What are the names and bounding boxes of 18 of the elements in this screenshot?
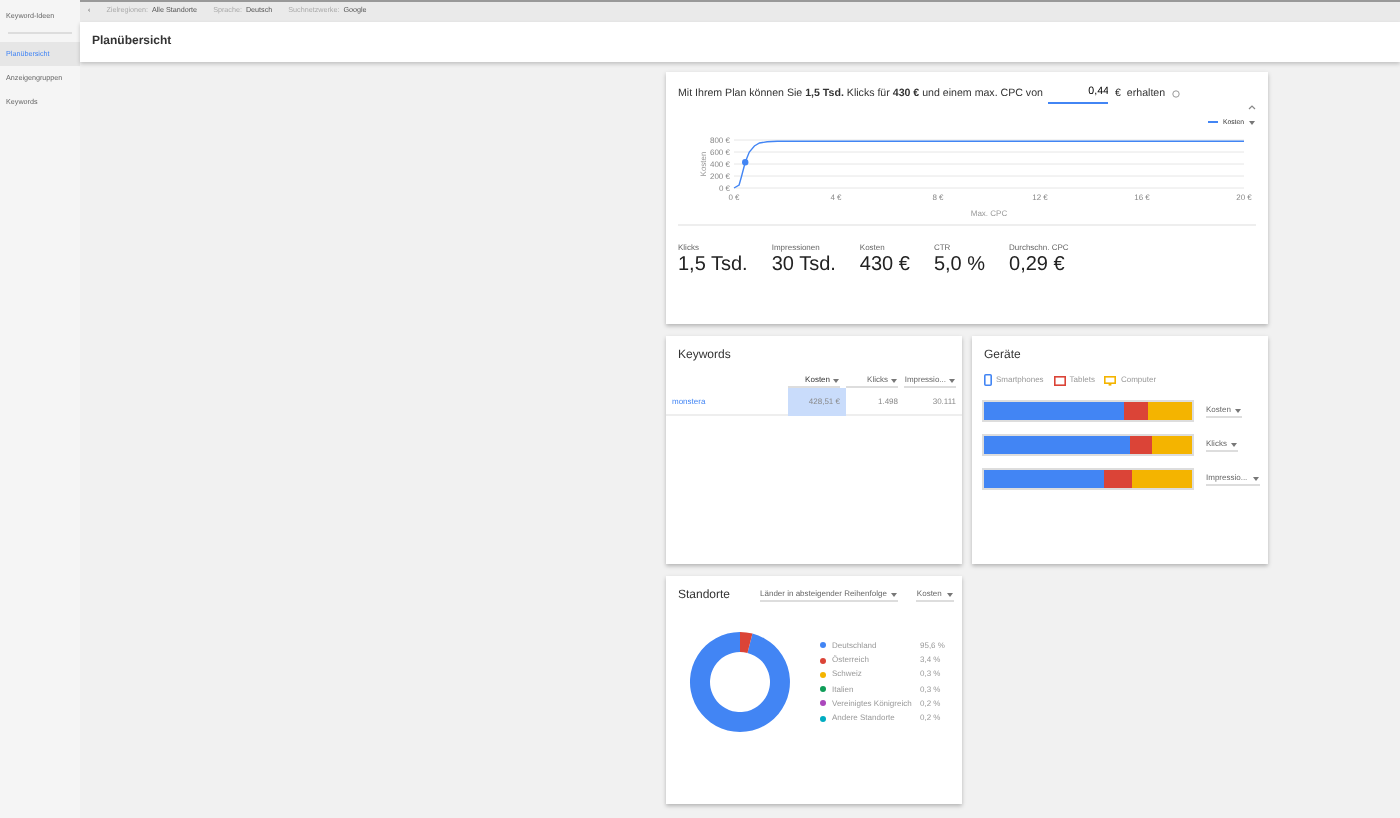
series-swatch-icon [1208,120,1219,125]
caret-icon [1248,119,1256,126]
stat-value: 1,5 Tsd. [678,254,748,277]
chevron-up-icon[interactable] [1248,103,1256,110]
caret-icon [832,377,840,383]
stat-value: 30 Tsd. [771,254,836,277]
current-point-marker [742,159,749,166]
caret-icon [945,591,954,597]
caret-icon [890,591,899,597]
stat-value: 0,29 € [1009,254,1067,277]
caret-icon [948,377,956,383]
stat-value: 5,0 % [933,254,986,277]
caret-icon [890,377,898,383]
caret-icon [1234,407,1243,413]
help-icon [1171,90,1180,99]
caret-icon [1230,441,1239,447]
caret-icon [1251,475,1260,481]
stat-value: 430 € [859,254,910,277]
